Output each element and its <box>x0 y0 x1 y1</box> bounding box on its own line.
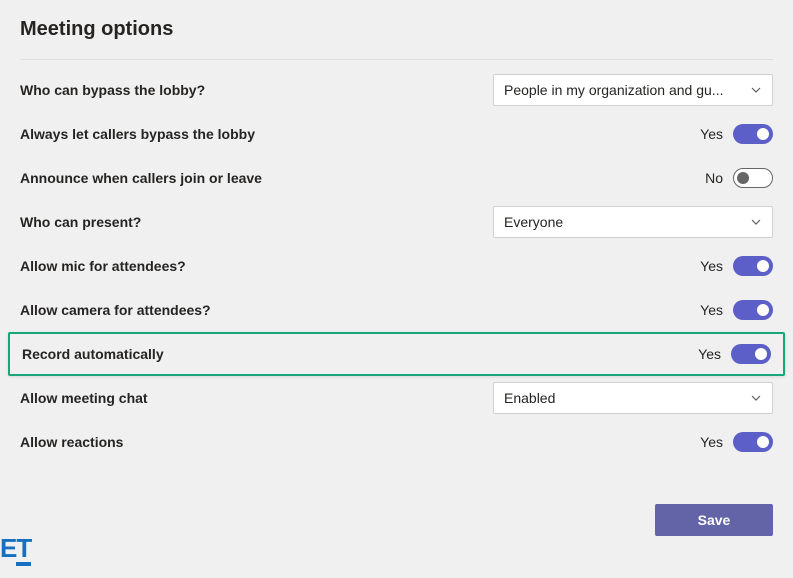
watermark-e: E <box>0 533 16 563</box>
save-button[interactable]: Save <box>655 504 773 536</box>
row-bypass-lobby: Who can bypass the lobby? People in my o… <box>20 68 773 112</box>
row-callers-bypass: Always let callers bypass the lobby Yes <box>20 112 773 156</box>
toggle-camera-state: Yes <box>700 302 723 318</box>
toggle-callers-bypass-state: Yes <box>700 126 723 142</box>
label-camera: Allow camera for attendees? <box>20 302 211 318</box>
toggle-reactions[interactable] <box>733 432 773 452</box>
select-present-value: Everyone <box>504 214 563 230</box>
row-reactions: Allow reactions Yes <box>20 420 773 464</box>
page-title: Meeting options <box>20 18 773 41</box>
row-chat: Allow meeting chat Enabled <box>20 376 773 420</box>
select-bypass-lobby[interactable]: People in my organization and gu... <box>493 74 773 106</box>
label-chat: Allow meeting chat <box>20 390 148 406</box>
row-present: Who can present? Everyone <box>20 200 773 244</box>
select-chat[interactable]: Enabled <box>493 382 773 414</box>
watermark-logo: ET <box>0 535 31 566</box>
toggle-announce-state: No <box>705 170 723 186</box>
select-present[interactable]: Everyone <box>493 206 773 238</box>
toggle-mic[interactable] <box>733 256 773 276</box>
select-chat-value: Enabled <box>504 390 555 406</box>
toggle-callers-bypass[interactable] <box>733 124 773 144</box>
watermark-t: T <box>16 535 31 566</box>
label-present: Who can present? <box>20 214 141 230</box>
row-camera: Allow camera for attendees? Yes <box>20 288 773 332</box>
toggle-record-auto[interactable] <box>731 344 771 364</box>
toggle-record-state: Yes <box>698 346 721 362</box>
toggle-announce[interactable] <box>733 168 773 188</box>
row-mic: Allow mic for attendees? Yes <box>20 244 773 288</box>
divider <box>20 59 773 60</box>
label-record-auto: Record automatically <box>22 346 164 362</box>
toggle-reactions-state: Yes <box>700 434 723 450</box>
label-bypass-lobby: Who can bypass the lobby? <box>20 82 205 98</box>
toggle-mic-state: Yes <box>700 258 723 274</box>
toggle-camera[interactable] <box>733 300 773 320</box>
label-reactions: Allow reactions <box>20 434 123 450</box>
row-record-auto: Record automatically Yes <box>8 332 785 376</box>
footer: Save <box>0 464 793 536</box>
row-announce: Announce when callers join or leave No <box>20 156 773 200</box>
select-bypass-lobby-value: People in my organization and gu... <box>504 82 723 98</box>
label-announce: Announce when callers join or leave <box>20 170 262 186</box>
chevron-down-icon <box>750 392 762 404</box>
chevron-down-icon <box>750 84 762 96</box>
label-callers-bypass: Always let callers bypass the lobby <box>20 126 255 142</box>
label-mic: Allow mic for attendees? <box>20 258 186 274</box>
chevron-down-icon <box>750 216 762 228</box>
